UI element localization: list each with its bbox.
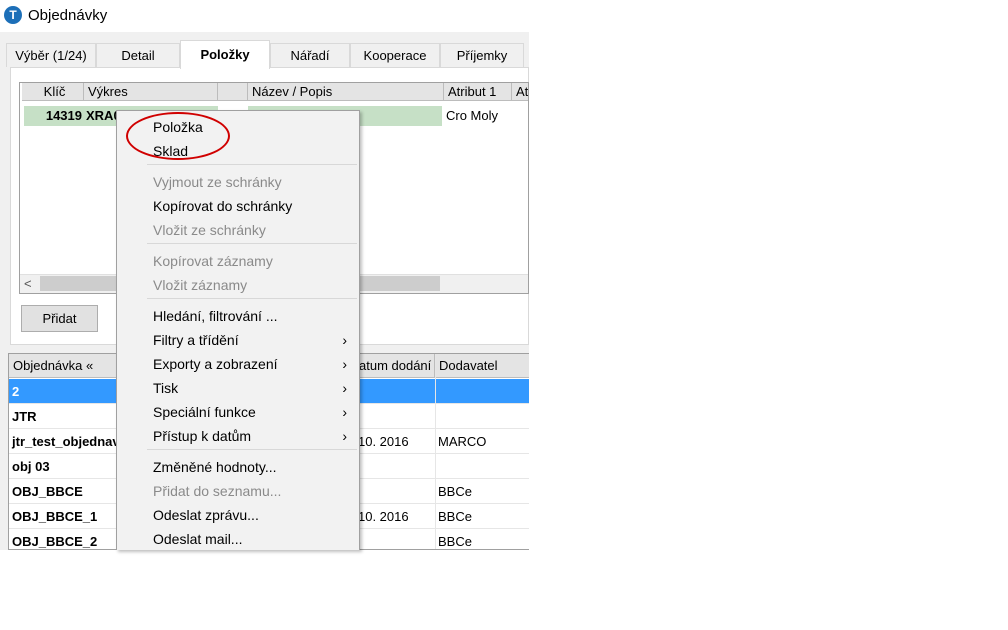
menu-item-label: Filtry a třídění bbox=[153, 332, 239, 348]
column-header-attr2[interactable]: Atr bbox=[512, 83, 528, 101]
menu-item-label: Kopírovat záznamy bbox=[153, 253, 273, 269]
supplier-cell: BBCe bbox=[438, 509, 472, 524]
menu-item-copy-records: Kopírovat záznamy bbox=[117, 249, 359, 273]
window-title: Objednávky bbox=[28, 7, 108, 24]
menu-item-paste: Vložit ze schránky bbox=[117, 218, 359, 242]
tab-vyber[interactable]: Výběr (1/24) bbox=[6, 43, 96, 67]
column-header-supplier[interactable]: Dodavatel bbox=[435, 354, 529, 378]
delivery-date-cell bbox=[355, 529, 435, 549]
column-header-order[interactable]: Objednávka « bbox=[9, 354, 133, 378]
add-button[interactable]: Přidat bbox=[21, 305, 98, 332]
column-header-key[interactable]: Klíč bbox=[22, 83, 84, 101]
menu-item-filters-sorting[interactable]: Filtry a třídění › bbox=[117, 328, 359, 352]
delivery-date-cell: 10. 2016 bbox=[358, 434, 409, 449]
menu-item-label: Kopírovat do schránky bbox=[153, 198, 293, 214]
menu-separator bbox=[147, 164, 357, 165]
menu-item-exports-views[interactable]: Exporty a zobrazení › bbox=[117, 352, 359, 376]
order-cell: JTR bbox=[12, 409, 37, 424]
tab-polozky[interactable]: Položky bbox=[180, 40, 270, 69]
menu-item-copy[interactable]: Kopírovat do schránky bbox=[117, 194, 359, 218]
menu-item-paste-records: Vložit záznamy bbox=[117, 273, 359, 297]
menu-item-label: Exporty a zobrazení bbox=[153, 356, 278, 372]
chevron-right-icon: › bbox=[342, 380, 347, 396]
menu-separator bbox=[147, 243, 357, 244]
menu-item-label: Speciální funkce bbox=[153, 404, 256, 420]
menu-separator bbox=[147, 449, 357, 450]
annotation-circle bbox=[126, 112, 230, 160]
column-header-attr1[interactable]: Atribut 1 bbox=[444, 83, 512, 101]
supplier-cell: BBCe bbox=[438, 484, 472, 499]
title-bar: T Objednávky bbox=[0, 0, 529, 32]
menu-item-label: Odeslat mail... bbox=[153, 531, 243, 547]
menu-item-search-filter[interactable]: Hledání, filtrování ... bbox=[117, 304, 359, 328]
delivery-date-cell bbox=[355, 404, 435, 429]
menu-item-label: Přístup k datům bbox=[153, 428, 252, 444]
tab-bar: Výběr (1/24) Detail Položky Nářadí Koope… bbox=[0, 40, 529, 69]
context-menu: Položka Sklad Vyjmout ze schránky Kopírovat… bbox=[116, 110, 360, 550]
delivery-date-cell: 10. 2016 bbox=[358, 509, 409, 524]
column-divider bbox=[435, 354, 436, 549]
order-cell: 2 bbox=[12, 384, 20, 399]
row-attr1: Cro Moly bbox=[446, 108, 499, 123]
row-key: 14319 bbox=[24, 106, 84, 126]
column-header-name[interactable]: Název / Popis bbox=[248, 83, 444, 101]
order-cell: jtr_test_objednav bbox=[12, 434, 120, 449]
delivery-date-cell bbox=[355, 479, 435, 504]
chevron-right-icon: › bbox=[342, 356, 347, 372]
chevron-right-icon: › bbox=[342, 332, 347, 348]
menu-item-label: Odeslat zprávu... bbox=[153, 507, 259, 523]
supplier-cell: BBCe bbox=[438, 534, 472, 549]
menu-item-changed-values[interactable]: Změněné hodnoty... bbox=[117, 455, 359, 479]
column-header-drawing[interactable]: Výkres bbox=[84, 83, 218, 101]
menu-item-label: Hledání, filtrování ... bbox=[153, 308, 278, 324]
order-cell: obj 03 bbox=[12, 459, 50, 474]
menu-item-label: Přidat do seznamu... bbox=[153, 483, 282, 499]
supplier-cell bbox=[435, 379, 529, 404]
tab-detail[interactable]: Detail bbox=[96, 43, 180, 67]
menu-item-data-access[interactable]: Přístup k datům › bbox=[117, 424, 359, 448]
column-header-blank[interactable] bbox=[218, 83, 248, 101]
menu-item-send-mail[interactable]: Odeslat mail... bbox=[117, 527, 359, 551]
menu-item-label: Vyjmout ze schránky bbox=[153, 174, 282, 190]
menu-separator bbox=[147, 298, 357, 299]
app-logo-icon: T bbox=[4, 6, 22, 24]
supplier-cell bbox=[435, 404, 529, 429]
delivery-date-cell bbox=[355, 379, 435, 404]
tab-prijemky[interactable]: Příjemky bbox=[440, 43, 524, 67]
menu-item-label: Změněné hodnoty... bbox=[153, 459, 277, 475]
chevron-right-icon: › bbox=[342, 428, 347, 444]
menu-item-label: Vložit ze schránky bbox=[153, 222, 266, 238]
order-cell: OBJ_BBCE_2 bbox=[12, 534, 98, 549]
menu-item-label: Tisk bbox=[153, 380, 179, 396]
menu-item-send-message[interactable]: Odeslat zprávu... bbox=[117, 503, 359, 527]
chevron-right-icon: › bbox=[342, 404, 347, 420]
menu-item-label: Vložit záznamy bbox=[153, 277, 248, 293]
supplier-cell bbox=[435, 454, 529, 479]
menu-item-cut: Vyjmout ze schránky bbox=[117, 170, 359, 194]
menu-item-add-to-list: Přidat do seznamu... bbox=[117, 479, 359, 503]
order-cell: OBJ_BBCE_1 bbox=[12, 509, 98, 524]
menu-item-print[interactable]: Tisk › bbox=[117, 376, 359, 400]
order-cell: OBJ_BBCE bbox=[12, 484, 83, 499]
supplier-cell: MARCO bbox=[438, 434, 487, 449]
tab-kooperace[interactable]: Kooperace bbox=[350, 43, 440, 67]
menu-item-special-functions[interactable]: Speciální funkce › bbox=[117, 400, 359, 424]
delivery-date-cell bbox=[355, 454, 435, 479]
scroll-left-icon[interactable]: < bbox=[24, 276, 32, 291]
tab-naradi[interactable]: Nářadí bbox=[270, 43, 350, 67]
